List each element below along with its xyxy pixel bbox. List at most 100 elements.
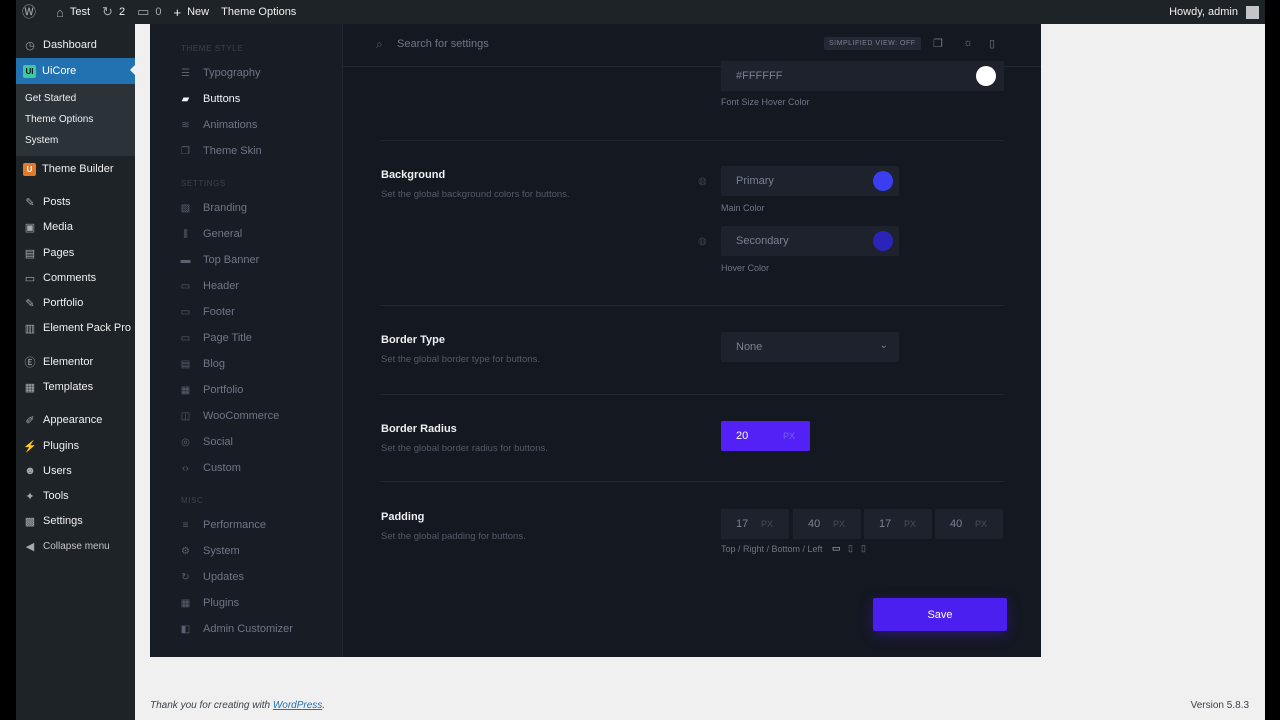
border-type-value: None [736, 341, 763, 353]
menu-pages[interactable]: ▤ Pages [16, 241, 135, 265]
nav-system[interactable]: ⚙ System [180, 545, 240, 557]
mobile-icon[interactable]: ▯ [861, 543, 866, 554]
pin-icon: ✎ [25, 196, 35, 209]
submenu-system[interactable]: System [25, 135, 58, 146]
new-content-menu[interactable]: + New [168, 0, 216, 24]
sun-icon[interactable]: ☼ [963, 37, 973, 49]
menu-appearance[interactable]: ✐ Appearance [16, 408, 135, 432]
wordpress-link[interactable]: WordPress [273, 700, 322, 711]
menu-comments[interactable]: ▭ Comments [16, 266, 135, 290]
menu-dashboard[interactable]: ◷ Dashboard [16, 33, 135, 57]
tablet-icon[interactable]: ▯ [848, 543, 853, 554]
background-hover-color-field[interactable]: Secondary [721, 226, 899, 256]
nav-updates[interactable]: ↻ Updates [180, 571, 244, 583]
border-radius-title: Border Radius [381, 423, 457, 435]
nav-page-title[interactable]: ▭ Page Title [180, 332, 252, 344]
nav-top-banner[interactable]: ▬ Top Banner [180, 254, 260, 266]
uicore-submenu: Get Started Theme Options System [16, 84, 135, 156]
background-main-color-field[interactable]: Primary [721, 166, 899, 196]
options-content: ⌕ Search for settings SIMPLIFIED VIEW: O… [343, 24, 1041, 657]
submenu-theme-options[interactable]: Theme Options [25, 114, 93, 125]
nav-admin-customizer[interactable]: ◧ Admin Customizer [180, 623, 293, 635]
menu-settings[interactable]: ▩ Settings [16, 509, 135, 533]
site-name-menu[interactable]: ⌂ Test [50, 0, 96, 24]
nav-blog[interactable]: ▤ Blog [180, 358, 225, 370]
nav-performance[interactable]: ≡ Performance [180, 519, 266, 531]
padding-unit: PX [833, 519, 846, 529]
nav-page-title-label: Page Title [203, 332, 252, 344]
portfolio-icon: ✎ [25, 297, 35, 310]
padding-left-input[interactable]: 40 PX [935, 509, 1003, 539]
my-account-menu[interactable]: Howdy, admin [1163, 0, 1265, 24]
theme-options-menu[interactable]: Theme Options [215, 0, 302, 24]
font-hover-color-swatch[interactable] [976, 66, 996, 86]
nav-typography[interactable]: ☰ Typography [180, 67, 260, 79]
border-radius-unit: PX [783, 431, 796, 441]
menu-users-label: Users [43, 465, 72, 477]
hover-color-label: Hover Color [721, 263, 770, 273]
global-icon[interactable]: ◍ [698, 236, 707, 247]
menu-templates[interactable]: ▦ Templates [16, 375, 135, 399]
border-radius-value: 20 [736, 430, 749, 442]
border-type-select[interactable]: None ⌄ [721, 332, 899, 362]
menu-plugins-label: Plugins [43, 440, 80, 452]
menu-uicore[interactable]: UI UiCore [16, 58, 136, 84]
nav-portfolio[interactable]: ▦ Portfolio [180, 384, 244, 396]
plus-icon: + [173, 4, 182, 20]
menu-users[interactable]: ☻ Users [16, 459, 135, 483]
simplified-view-toggle[interactable]: SIMPLIFIED VIEW: OFF [824, 37, 921, 50]
updates-icon: ↻ [102, 4, 113, 19]
nav-buttons[interactable]: ▰ Buttons [180, 93, 241, 105]
menu-plugins[interactable]: ⚡ Plugins [16, 434, 135, 458]
nav-branding[interactable]: ▨ Branding [180, 202, 247, 214]
menu-collapse[interactable]: ◀ Collapse menu [16, 534, 135, 558]
menu-tools[interactable]: ✦ Tools [16, 484, 135, 508]
font-hover-color-field[interactable]: #FFFFFF [721, 61, 1004, 91]
menu-posts[interactable]: ✎ Posts [16, 190, 135, 214]
nav-head-theme-style: THEME STYLE [181, 44, 244, 53]
nav-social[interactable]: ◎ Social [180, 436, 233, 448]
nav-plugins[interactable]: ▦ Plugins [180, 597, 239, 609]
menu-elementor[interactable]: Ⓔ Elementor [16, 350, 135, 374]
desktop-icon[interactable]: ▭ [832, 543, 841, 554]
background-hover-swatch[interactable] [873, 231, 893, 251]
menu-media[interactable]: ▣ Media [16, 215, 135, 239]
nav-custom[interactable]: ‹› Custom [180, 462, 241, 474]
document-icon[interactable]: ▯ [989, 37, 995, 50]
submenu-get-started[interactable]: Get Started [25, 93, 76, 104]
nav-branding-label: Branding [203, 202, 248, 214]
updates-menu[interactable]: ↻ 2 [96, 0, 131, 24]
menu-theme-builder[interactable]: U Theme Builder [16, 157, 135, 181]
background-main-swatch[interactable] [873, 171, 893, 191]
performance-icon: ≡ [182, 519, 189, 531]
save-button[interactable]: Save [873, 598, 1007, 631]
padding-top-input[interactable]: 17 PX [721, 509, 789, 539]
padding-bottom-input[interactable]: 17 PX [864, 509, 932, 539]
menu-element-pack-pro[interactable]: ▥ Element Pack Pro [16, 316, 135, 340]
background-main-color-value: Primary [736, 175, 774, 187]
nav-header[interactable]: ▭ Header [180, 280, 239, 292]
typography-icon: ☰ [181, 67, 190, 79]
wp-logo-menu[interactable]: Ⓦ [16, 0, 50, 24]
dashboard-icon: ◷ [25, 39, 35, 52]
border-radius-input[interactable]: 20 PX [721, 421, 810, 451]
nav-general[interactable]: ⫼ General [180, 228, 242, 240]
nav-woocommerce[interactable]: ◫ WooCommerce [180, 410, 279, 422]
nav-plugins-label: Plugins [203, 597, 240, 609]
settings-search-input[interactable]: Search for settings [397, 38, 489, 50]
menu-portfolio[interactable]: ✎ Portfolio [16, 291, 135, 315]
buttons-icon: ▰ [181, 93, 190, 105]
nav-animations[interactable]: ≋ Animations [180, 119, 257, 131]
blog-icon: ▤ [180, 358, 191, 370]
menu-collapse-label: Collapse menu [43, 540, 110, 552]
padding-right-input[interactable]: 40 PX [793, 509, 861, 539]
comments-menu[interactable]: ▭ 0 [131, 0, 167, 24]
chevron-down-icon: ⌄ [879, 340, 888, 351]
folders-icon[interactable]: ❐ [933, 37, 943, 50]
global-icon[interactable]: ◍ [698, 176, 707, 187]
nav-updates-label: Updates [203, 571, 244, 583]
padding-title: Padding [381, 511, 425, 523]
nav-theme-skin-label: Theme Skin [203, 145, 262, 157]
nav-footer[interactable]: ▭ Footer [180, 306, 235, 318]
nav-theme-skin[interactable]: ❐ Theme Skin [180, 145, 262, 157]
